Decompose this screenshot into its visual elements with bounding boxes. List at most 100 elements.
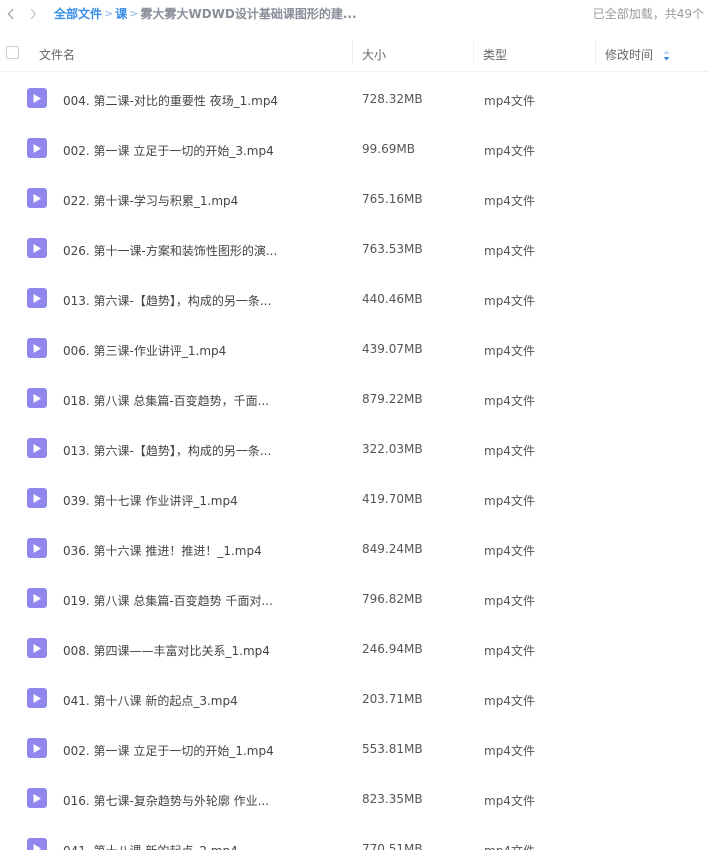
file-size: 439.07MB [362,342,423,356]
file-type: mp4文件 [484,144,535,158]
breadcrumb: 全部文件 > 课 > 雾大雾大WDWD设计基础课图形的建... [54,5,357,22]
file-row[interactable]: 018. 第八课 总集篇-百变趋势，千面... 879.22MB mp4文件 [0,374,708,424]
breadcrumb-separator-icon: > [129,7,139,20]
file-type: mp4文件 [484,644,535,658]
breadcrumb-root-link[interactable]: 全部文件 [54,5,102,22]
select-all-checkbox[interactable] [6,46,19,59]
file-size: 763.53MB [362,242,423,256]
breadcrumb-current: 雾大雾大WDWD设计基础课图形的建... [140,7,357,21]
file-name[interactable]: 019. 第八课 总集篇-百变趋势 千面对... [63,592,273,609]
file-name[interactable]: 022. 第十课-学习与积累_1.mp4 [63,192,238,209]
file-name[interactable]: 016. 第七课-复杂趋势与外轮廓 作业... [63,792,269,809]
column-header-mtime[interactable]: 修改时间 [605,46,670,64]
file-name[interactable]: 039. 第十七课 作业讲评_1.mp4 [63,492,238,509]
file-size: 246.94MB [362,642,423,656]
file-type: mp4文件 [484,842,535,850]
file-type: mp4文件 [484,94,535,108]
file-name[interactable]: 018. 第八课 总集篇-百变趋势，千面... [63,392,269,409]
column-header-type[interactable]: 类型 [483,46,507,63]
file-row[interactable]: 039. 第十七课 作业讲评_1.mp4 419.70MB mp4文件 [0,474,708,524]
file-name[interactable]: 013. 第六课-【趋势】，构成的另一条... [63,442,271,459]
file-row[interactable]: 013. 第六课-【趋势】，构成的另一条... 440.46MB mp4文件 [0,274,708,324]
file-size: 728.32MB [362,92,423,106]
video-file-icon [27,538,47,558]
file-name[interactable]: 006. 第三课-作业讲评_1.mp4 [63,342,226,359]
file-type: mp4文件 [484,444,535,458]
file-type: mp4文件 [484,244,535,258]
file-type: mp4文件 [484,194,535,208]
column-divider[interactable] [595,40,596,66]
column-divider[interactable] [352,40,353,66]
file-list: 004. 第二课-对比的重要性 夜场_1.mp4 728.32MB mp4文件 002… [0,74,708,850]
file-type: mp4文件 [484,794,535,808]
table-header: 文件名 大小 类型 修改时间 [0,34,708,72]
file-row[interactable]: 026. 第十一课-方案和装饰性图形的演... 763.53MB mp4文件 [0,224,708,274]
video-file-icon [27,488,47,508]
file-row[interactable]: 002. 第一课 立足于一切的开始_3.mp4 99.69MB mp4文件 [0,124,708,174]
video-file-icon [27,88,47,108]
file-name[interactable]: 041. 第十八课 新的起点_3.mp4 [63,692,238,709]
file-row[interactable]: 008. 第四课——丰富对比关系_1.mp4 246.94MB mp4文件 [0,624,708,674]
file-row[interactable]: 006. 第三课-作业讲评_1.mp4 439.07MB mp4文件 [0,324,708,374]
file-type: mp4文件 [484,494,535,508]
file-row[interactable]: 004. 第二课-对比的重要性 夜场_1.mp4 728.32MB mp4文件 [0,74,708,124]
file-size: 823.35MB [362,792,423,806]
file-size: 440.46MB [362,292,423,306]
file-size: 849.24MB [362,542,423,556]
file-size: 553.81MB [362,742,423,756]
file-row[interactable]: 016. 第七课-复杂趋势与外轮廓 作业... 823.35MB mp4文件 [0,774,708,824]
file-row[interactable]: 002. 第一课 立足于一切的开始_1.mp4 553.81MB mp4文件 [0,724,708,774]
file-size: 765.16MB [362,192,423,206]
file-name[interactable]: 002. 第一课 立足于一切的开始_1.mp4 [63,742,274,759]
file-size: 879.22MB [362,392,423,406]
file-name[interactable]: 026. 第十一课-方案和装饰性图形的演... [63,242,277,259]
file-row[interactable]: 022. 第十课-学习与积累_1.mp4 765.16MB mp4文件 [0,174,708,224]
file-size: 770.51MB [362,842,423,850]
file-type: mp4文件 [484,344,535,358]
file-type: mp4文件 [484,594,535,608]
file-size: 419.70MB [362,492,423,506]
breadcrumb-folder-link[interactable]: 课 [115,5,127,22]
file-row[interactable]: 041. 第十八课 新的起点_2.mp4 770.51MB mp4文件 [0,824,708,850]
video-file-icon [27,388,47,408]
video-file-icon [27,438,47,458]
file-type: mp4文件 [484,544,535,558]
column-header-mtime-label: 修改时间 [605,48,654,62]
file-row[interactable]: 019. 第八课 总集篇-百变趋势 千面对... 796.82MB mp4文件 [0,574,708,624]
column-divider[interactable] [473,40,474,66]
video-file-icon [27,688,47,708]
file-name[interactable]: 041. 第十八课 新的起点_2.mp4 [63,842,238,850]
video-file-icon [27,838,47,850]
video-file-icon [27,188,47,208]
file-name[interactable]: 002. 第一课 立足于一切的开始_3.mp4 [63,142,274,159]
video-file-icon [27,638,47,658]
video-file-icon [27,288,47,308]
file-row[interactable]: 013. 第六课-【趋势】，构成的另一条... 322.03MB mp4文件 [0,424,708,474]
breadcrumb-separator-icon: > [104,7,114,20]
video-file-icon [27,788,47,808]
file-size: 99.69MB [362,142,415,156]
column-header-size[interactable]: 大小 [362,46,386,63]
file-type: mp4文件 [484,744,535,758]
file-name[interactable]: 036. 第十六课 推进！推进！_1.mp4 [63,542,262,559]
file-type: mp4文件 [484,294,535,308]
video-file-icon [27,238,47,258]
file-row[interactable]: 036. 第十六课 推进！推进！_1.mp4 849.24MB mp4文件 [0,524,708,574]
file-name[interactable]: 004. 第二课-对比的重要性 夜场_1.mp4 [63,92,278,109]
toolbar: 全部文件 > 课 > 雾大雾大WDWD设计基础课图形的建... 已全部加载，共4… [0,0,708,28]
video-file-icon [27,738,47,758]
video-file-icon [27,588,47,608]
sort-descending-icon[interactable] [663,50,670,64]
file-name[interactable]: 013. 第六课-【趋势】，构成的另一条... [63,292,271,309]
file-size: 796.82MB [362,592,423,606]
video-file-icon [27,138,47,158]
file-name[interactable]: 008. 第四课——丰富对比关系_1.mp4 [63,642,270,659]
file-type: mp4文件 [484,694,535,708]
video-file-icon [27,338,47,358]
file-size: 203.71MB [362,692,423,706]
back-arrow-icon[interactable] [0,3,22,25]
load-status: 已全部加载，共49个 [592,7,704,21]
forward-arrow-icon[interactable] [22,3,44,25]
column-header-name[interactable]: 文件名 [39,46,75,63]
file-row[interactable]: 041. 第十八课 新的起点_3.mp4 203.71MB mp4文件 [0,674,708,724]
